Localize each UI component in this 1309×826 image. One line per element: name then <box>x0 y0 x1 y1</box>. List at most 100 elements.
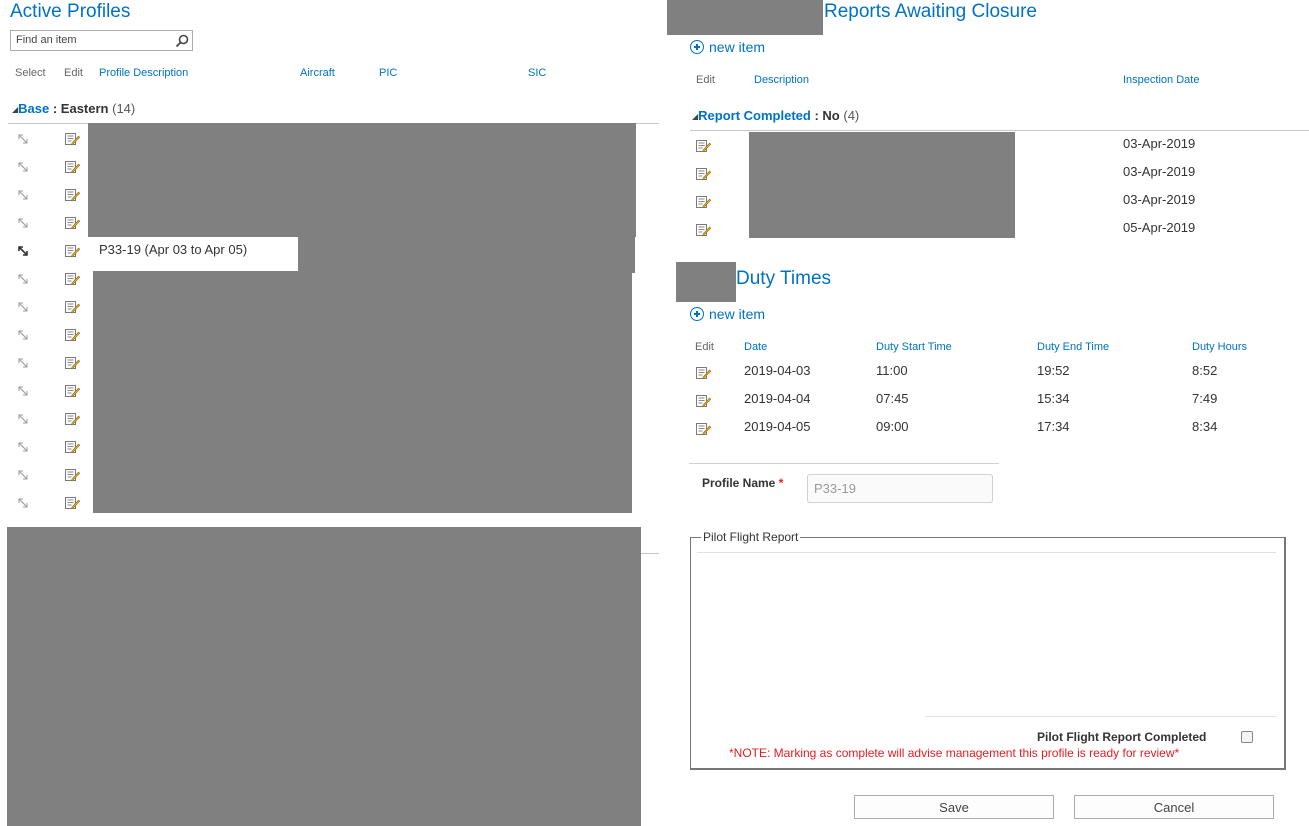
completed-label: Pilot Flight Report Completed <box>1037 730 1207 744</box>
profile-name-label-text: Profile Name <box>702 476 776 490</box>
required-marker: * <box>778 476 784 490</box>
edit-icon[interactable] <box>64 327 80 343</box>
edit-icon[interactable] <box>695 166 711 182</box>
group-divider <box>690 130 1309 131</box>
edit-icon[interactable] <box>695 222 711 238</box>
redacted-block <box>667 0 823 35</box>
edit-icon[interactable] <box>695 138 711 154</box>
group-separator: : <box>49 101 61 116</box>
group-separator: : <box>810 108 823 123</box>
inspection-date: 05-Apr-2019 <box>1123 220 1196 235</box>
select-row-icon[interactable] <box>17 497 29 509</box>
edit-icon[interactable] <box>64 383 80 399</box>
select-row-icon[interactable] <box>17 189 29 201</box>
select-row-icon[interactable] <box>17 133 29 145</box>
select-row-icon[interactable] <box>17 413 29 425</box>
active-profiles-title: Active Profiles <box>10 1 131 22</box>
column-header-sic[interactable]: SIC <box>528 67 546 79</box>
completed-checkbox[interactable] <box>1241 731 1253 743</box>
edit-icon[interactable] <box>64 243 80 259</box>
search-icon[interactable] <box>175 34 189 48</box>
search-box[interactable] <box>10 30 193 51</box>
edit-icon[interactable] <box>64 215 80 231</box>
edit-icon[interactable] <box>64 355 80 371</box>
duty-start-time: 09:00 <box>876 419 909 434</box>
pilot-flight-report-legend: Pilot Flight Report <box>703 530 799 544</box>
edit-icon[interactable] <box>695 421 711 437</box>
redacted-block <box>7 527 641 826</box>
group-count: (14) <box>112 101 136 116</box>
column-header-duty-end-time[interactable]: Duty End Time <box>1037 341 1109 353</box>
inspection-date: 03-Apr-2019 <box>1123 164 1196 179</box>
select-row-icon[interactable] <box>17 161 29 173</box>
inspection-date: 03-Apr-2019 <box>1123 136 1196 151</box>
form-divider <box>689 463 999 464</box>
edit-icon[interactable] <box>695 365 711 381</box>
select-row-icon[interactable] <box>17 301 29 313</box>
edit-icon[interactable] <box>64 187 80 203</box>
select-row-icon[interactable] <box>17 245 29 257</box>
group-header-base[interactable]: ◢Base : Eastern (14) <box>12 101 135 116</box>
edit-icon[interactable] <box>64 131 80 147</box>
column-header-duty-start-time[interactable]: Duty Start Time <box>876 341 952 353</box>
edit-icon[interactable] <box>64 439 80 455</box>
group-field: Base <box>18 101 50 116</box>
column-header-edit: Edit <box>696 74 715 86</box>
add-icon <box>690 40 704 54</box>
column-header-profile-description[interactable]: Profile Description <box>99 67 188 79</box>
duty-hours: 8:34 <box>1192 419 1218 434</box>
select-row-icon[interactable] <box>17 469 29 481</box>
edit-icon[interactable] <box>64 159 80 175</box>
duty-new-item-link[interactable]: new item <box>690 306 765 322</box>
edit-icon[interactable] <box>64 411 80 427</box>
profile-description[interactable]: P33-19 (Apr 03 to Apr 05) <box>99 242 247 257</box>
column-header-edit: Edit <box>695 341 714 353</box>
column-header-date[interactable]: Date <box>744 341 767 353</box>
reports-new-item-link[interactable]: new item <box>690 39 765 55</box>
column-header-duty-hours[interactable]: Duty Hours <box>1192 341 1247 353</box>
completion-note: *NOTE: Marking as complete will advise m… <box>729 746 1180 760</box>
group-count: (4) <box>843 108 860 123</box>
add-icon <box>690 307 704 321</box>
select-row-icon[interactable] <box>17 217 29 229</box>
edit-icon[interactable] <box>64 299 80 315</box>
edit-icon[interactable] <box>64 467 80 483</box>
save-button[interactable]: Save <box>854 795 1054 819</box>
duty-date: 2019-04-05 <box>744 419 811 434</box>
edit-icon[interactable] <box>64 271 80 287</box>
select-row-icon[interactable] <box>17 329 29 341</box>
pilot-flight-report-body[interactable] <box>697 556 1276 714</box>
column-header-aircraft[interactable]: Aircraft <box>300 67 335 79</box>
select-row-icon[interactable] <box>17 273 29 285</box>
column-header-select: Select <box>15 67 46 79</box>
search-input[interactable] <box>16 34 166 46</box>
redacted-block <box>88 123 636 237</box>
redacted-block <box>93 271 632 513</box>
duty-hours: 8:52 <box>1192 363 1218 378</box>
redacted-block <box>298 237 635 273</box>
new-item-label: new item <box>709 39 766 55</box>
column-header-edit: Edit <box>64 67 83 79</box>
duty-end-time: 15:34 <box>1037 391 1070 406</box>
group-value: Eastern <box>60 101 109 116</box>
select-row-icon[interactable] <box>17 357 29 369</box>
edit-icon[interactable] <box>695 194 711 210</box>
redacted-block <box>749 132 1015 238</box>
duty-start-time: 11:00 <box>876 363 908 378</box>
reports-awaiting-closure-title: Reports Awaiting Closure <box>824 1 1037 22</box>
column-header-inspection-date[interactable]: Inspection Date <box>1123 74 1199 86</box>
select-row-icon[interactable] <box>17 441 29 453</box>
column-header-description[interactable]: Description <box>754 74 809 86</box>
edit-icon[interactable] <box>695 393 711 409</box>
duty-date: 2019-04-04 <box>744 391 811 406</box>
new-item-label: new item <box>709 306 766 322</box>
duty-start-time: 07:45 <box>876 391 909 406</box>
group-header-report-completed[interactable]: ◢Report Completed : No (4) <box>692 108 859 123</box>
profile-name-field[interactable] <box>807 474 993 503</box>
duty-end-time: 19:52 <box>1037 363 1070 378</box>
select-row-icon[interactable] <box>17 385 29 397</box>
duty-end-time: 17:34 <box>1037 419 1070 434</box>
edit-icon[interactable] <box>64 495 80 511</box>
cancel-button[interactable]: Cancel <box>1074 795 1274 819</box>
column-header-pic[interactable]: PIC <box>379 67 397 79</box>
